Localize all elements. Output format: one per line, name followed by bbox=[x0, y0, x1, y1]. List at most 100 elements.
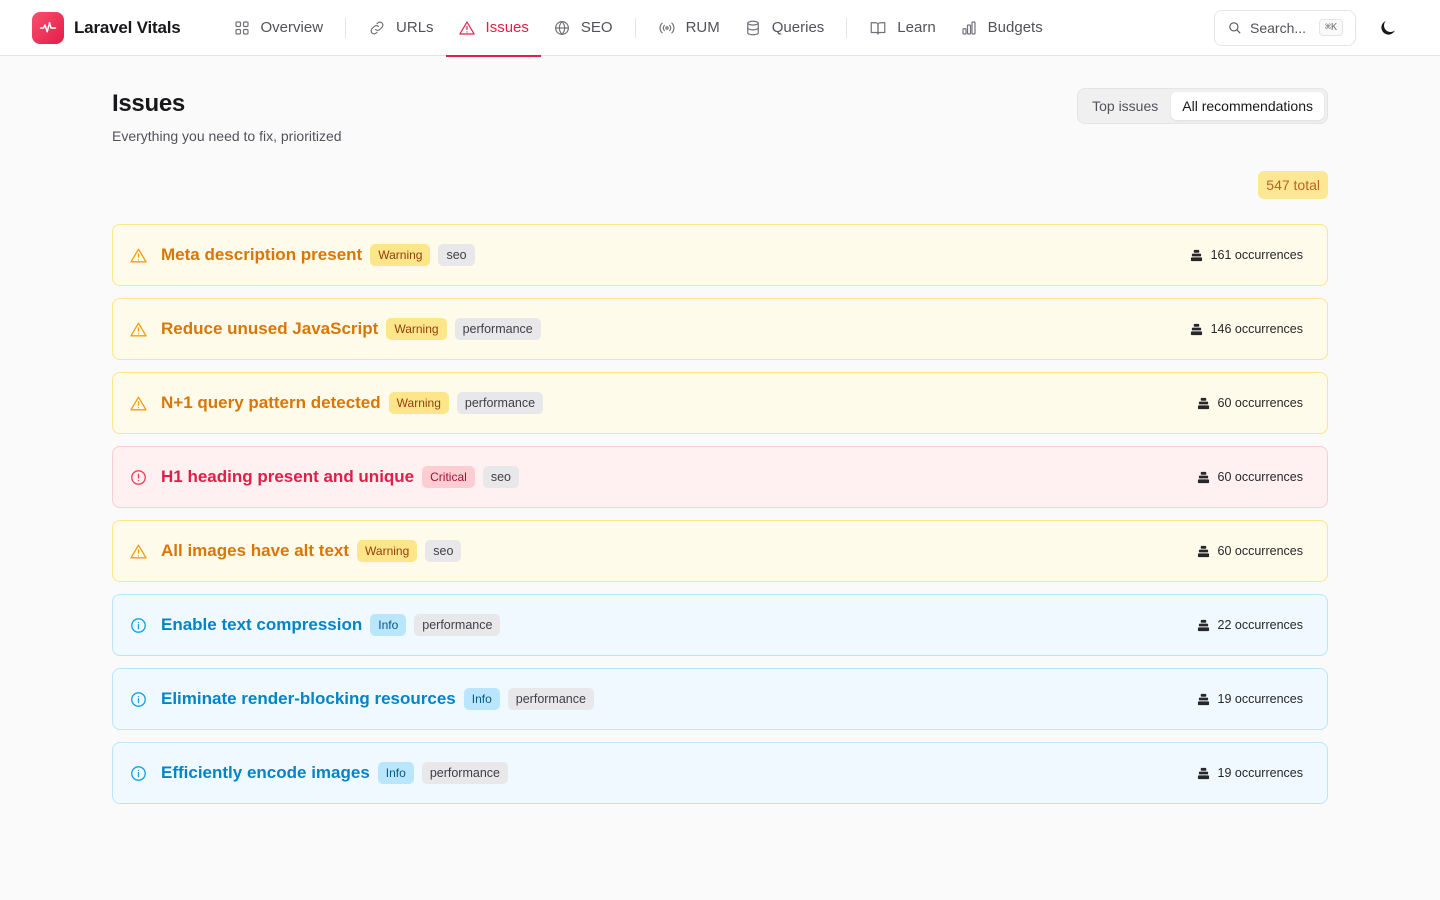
issue-title: Efficiently encode images bbox=[161, 763, 370, 782]
nav-label: Issues bbox=[485, 19, 529, 36]
stack-icon bbox=[1190, 249, 1202, 261]
issue-title: Reduce unused JavaScript bbox=[161, 319, 379, 338]
stack-icon bbox=[1197, 619, 1209, 631]
severity-badge: Warning bbox=[386, 318, 447, 340]
theme-toggle-button[interactable] bbox=[1368, 10, 1408, 46]
issue-row[interactable]: Enable text compression Info performance… bbox=[112, 594, 1328, 656]
stack-icon bbox=[1197, 397, 1209, 409]
category-badge: performance bbox=[456, 392, 544, 414]
nav-label: Overview bbox=[260, 19, 324, 36]
search-shortcut: ⌘K bbox=[1318, 19, 1343, 36]
bar-chart-icon bbox=[962, 20, 976, 35]
nav-item-overview[interactable]: Overview bbox=[221, 0, 336, 56]
nav-item-rum[interactable]: RUM bbox=[646, 0, 732, 56]
topbar-actions: Search... ⌘K bbox=[1214, 9, 1408, 46]
category-badge: performance bbox=[421, 762, 508, 784]
search-label: Search... bbox=[1250, 19, 1307, 36]
stack-icon bbox=[1197, 471, 1209, 483]
grid-icon bbox=[234, 20, 249, 35]
nav-label: Learn bbox=[897, 19, 936, 36]
issue-row[interactable]: Eliminate render-blocking resources Info… bbox=[112, 668, 1328, 730]
tab-top-issues[interactable]: Top issues bbox=[1081, 92, 1169, 120]
issue-row[interactable]: All images have alt text Warning seo 60 … bbox=[112, 520, 1328, 582]
nav-item-budgets[interactable]: Budgets bbox=[948, 0, 1055, 56]
occurrences-count: 19 occurrences bbox=[1217, 692, 1303, 706]
occurrences-count: 146 occurrences bbox=[1210, 322, 1303, 336]
category-badge: seo bbox=[425, 540, 462, 562]
nav-label: URLs bbox=[396, 19, 434, 36]
issue-title: N+1 query pattern detected bbox=[161, 393, 381, 412]
severity-badge: Info bbox=[377, 762, 414, 784]
nav-divider bbox=[345, 17, 347, 38]
category-badge: performance bbox=[414, 614, 501, 636]
main-content: Issues Everything you need to fix, prior… bbox=[112, 56, 1328, 804]
main-nav: Overview URLs Issues SEO RUM Queries Lea… bbox=[221, 0, 1055, 57]
issue-title: H1 heading present and unique bbox=[161, 467, 415, 486]
globe-icon bbox=[554, 20, 569, 35]
occurrences: 19 occurrences bbox=[1197, 766, 1303, 780]
brand[interactable]: Laravel Vitals bbox=[32, 11, 181, 44]
occurrences: 161 occurrences bbox=[1190, 248, 1303, 262]
occurrences: 60 occurrences bbox=[1197, 470, 1303, 484]
severity-badge: Warning bbox=[370, 244, 431, 266]
warning-triangle-icon bbox=[129, 245, 149, 265]
occurrences: 19 occurrences bbox=[1197, 692, 1303, 706]
occurrences: 60 occurrences bbox=[1197, 396, 1303, 410]
issue-row[interactable]: Efficiently encode images Info performan… bbox=[112, 742, 1328, 804]
occurrences: 22 occurrences bbox=[1197, 618, 1303, 632]
nav-item-queries[interactable]: Queries bbox=[732, 0, 837, 56]
stack-icon bbox=[1197, 767, 1209, 779]
info-circle-icon bbox=[129, 763, 149, 783]
nav-item-issues[interactable]: Issues bbox=[445, 0, 542, 57]
issue-row[interactable]: Meta description present Warning seo 161… bbox=[112, 224, 1328, 286]
issue-title: Enable text compression bbox=[161, 615, 363, 634]
alert-circle-icon bbox=[129, 467, 149, 487]
radio-waves-icon bbox=[659, 22, 675, 33]
occurrences-count: 19 occurrences bbox=[1217, 766, 1303, 780]
book-icon bbox=[870, 21, 886, 35]
link-icon bbox=[370, 21, 384, 34]
issue-title: Meta description present bbox=[161, 245, 363, 264]
app-logo-icon bbox=[32, 11, 64, 44]
issue-row[interactable]: H1 heading present and unique Critical s… bbox=[112, 446, 1328, 508]
warning-triangle-icon bbox=[129, 393, 149, 413]
severity-badge: Warning bbox=[357, 540, 418, 562]
warning-triangle-icon bbox=[129, 319, 149, 339]
severity-badge: Warning bbox=[388, 392, 449, 414]
page-title: Issues bbox=[112, 90, 185, 117]
issue-title: All images have alt text bbox=[161, 541, 350, 560]
nav-divider bbox=[846, 17, 848, 38]
severity-badge: Critical bbox=[422, 466, 475, 488]
database-icon bbox=[746, 20, 759, 35]
stack-icon bbox=[1190, 323, 1202, 335]
issues-list: Meta description present Warning seo 161… bbox=[112, 224, 1328, 804]
severity-badge: Info bbox=[370, 614, 407, 636]
nav-label: Budgets bbox=[987, 19, 1043, 36]
occurrences: 60 occurrences bbox=[1197, 544, 1303, 558]
occurrences-count: 161 occurrences bbox=[1210, 248, 1303, 262]
nav-item-learn[interactable]: Learn bbox=[857, 0, 947, 56]
occurrences-count: 22 occurrences bbox=[1217, 618, 1303, 632]
search-icon bbox=[1229, 22, 1241, 34]
moon-icon bbox=[1381, 20, 1396, 35]
nav-label: Queries bbox=[771, 19, 825, 36]
issue-row[interactable]: N+1 query pattern detected Warning perfo… bbox=[112, 372, 1328, 434]
issue-title: Eliminate render-blocking resources bbox=[161, 689, 456, 708]
nav-label: SEO bbox=[580, 19, 613, 36]
stack-icon bbox=[1197, 693, 1209, 705]
total-row: 547 total bbox=[112, 171, 1328, 199]
category-badge: seo bbox=[438, 244, 475, 266]
info-circle-icon bbox=[129, 615, 149, 635]
nav-item-urls[interactable]: URLs bbox=[356, 0, 446, 56]
nav-item-seo[interactable]: SEO bbox=[541, 0, 625, 56]
warning-triangle-icon bbox=[458, 20, 475, 35]
issue-row[interactable]: Reduce unused JavaScript Warning perform… bbox=[112, 298, 1328, 360]
app-name: Laravel Vitals bbox=[74, 17, 181, 37]
warning-triangle-icon bbox=[129, 541, 149, 561]
search-button[interactable]: Search... ⌘K bbox=[1214, 9, 1356, 46]
category-badge: performance bbox=[507, 688, 594, 710]
tab-all-recommendations[interactable]: All recommendations bbox=[1171, 92, 1324, 120]
nav-divider bbox=[634, 17, 636, 38]
page-subtitle: Everything you need to fix, prioritized bbox=[112, 128, 342, 144]
occurrences-count: 60 occurrences bbox=[1217, 544, 1303, 558]
